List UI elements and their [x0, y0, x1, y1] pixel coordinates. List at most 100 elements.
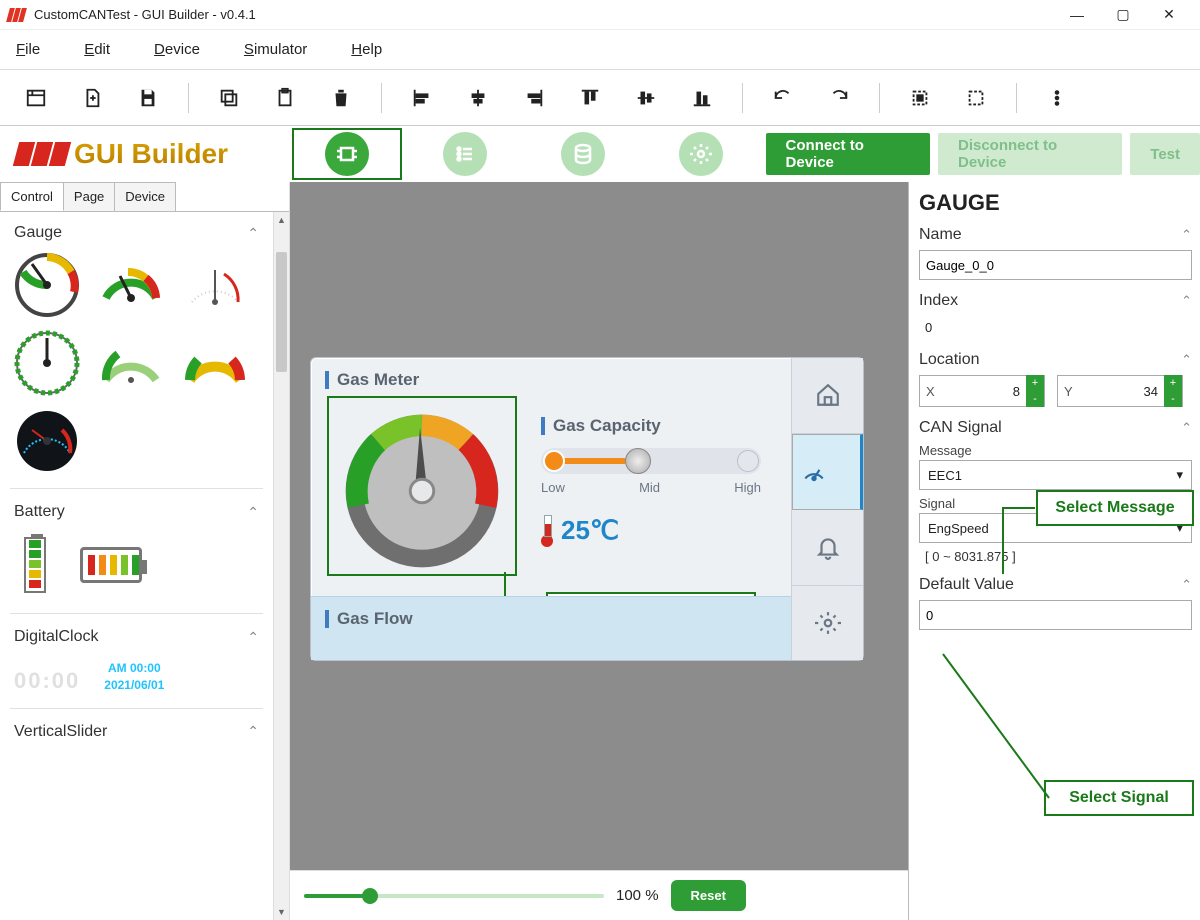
prop-name-input[interactable] [919, 250, 1192, 280]
menu-simulator[interactable]: SimulatorSimulator [244, 41, 307, 58]
zoom-knob[interactable] [362, 888, 378, 904]
menu-bar: FFileile EditEdit DeviceDevice Simulator… [0, 30, 1200, 70]
prop-signal-value: EngSpeed [928, 521, 989, 536]
toolbar-paste[interactable] [261, 78, 309, 118]
sidebar-section-gauge-header[interactable]: Gauge ⌃ [14, 224, 259, 242]
toolbar-align-hcenter[interactable] [454, 78, 502, 118]
prop-message-select[interactable]: EEC1 ▾ [919, 460, 1192, 490]
window-minimize-button[interactable]: — [1054, 0, 1100, 30]
toolbar-delete[interactable] [317, 78, 365, 118]
disconnect-button[interactable]: Disconnect to Device [938, 133, 1122, 175]
mode-list-button[interactable] [410, 128, 520, 180]
chevron-up-icon: ⌃ [1181, 293, 1192, 309]
menu-edit[interactable]: EditEdit [84, 41, 110, 58]
database-icon [561, 132, 605, 176]
toolbar-save[interactable] [124, 78, 172, 118]
toolbar-redo[interactable] [815, 78, 863, 118]
scroll-up-icon[interactable]: ▲ [274, 212, 289, 228]
toolbar-align-top[interactable] [566, 78, 614, 118]
sidebar-section-battery-header[interactable]: Battery ⌃ [14, 503, 259, 521]
prop-location-header[interactable]: Location ⌃ [919, 351, 1192, 369]
gauge-thumb-2[interactable] [98, 252, 164, 318]
device-nav-home[interactable] [792, 358, 863, 434]
spin-up-button[interactable]: + [1164, 375, 1182, 391]
scrollbar-thumb[interactable] [276, 252, 287, 372]
slider-knob-mid[interactable] [625, 448, 651, 474]
spin-up-button[interactable]: + [1026, 375, 1044, 391]
spin-down-button[interactable]: - [1164, 391, 1182, 407]
prop-default-input[interactable] [919, 600, 1192, 630]
chevron-up-icon: ⌃ [1181, 420, 1192, 436]
sidebar-scrollbar[interactable]: ▲ ▼ [273, 212, 289, 920]
toolbar-align-vcenter[interactable] [622, 78, 670, 118]
capacity-slider[interactable] [541, 448, 761, 474]
gauge-thumb-7[interactable] [14, 408, 80, 474]
design-canvas[interactable]: Gas Meter [290, 182, 908, 920]
slider-knob-high[interactable] [737, 450, 759, 472]
prop-cansignal-header[interactable]: CAN Signal ⌃ [919, 419, 1192, 437]
menu-help[interactable]: HelpHelp [351, 41, 382, 58]
tab-control[interactable]: Control [0, 182, 64, 211]
test-button[interactable]: Test [1130, 133, 1200, 175]
app-icon [8, 8, 26, 22]
tab-device[interactable]: Device [114, 182, 176, 211]
toolbar-file-new[interactable] [68, 78, 116, 118]
toolbar [0, 70, 1200, 126]
sidebar-section-battery-label: Battery [14, 503, 65, 521]
gauge-thumb-5[interactable] [98, 330, 164, 396]
sidebar-tabs: Control Page Device [0, 182, 289, 212]
mode-data-button[interactable] [528, 128, 638, 180]
prop-location-y-label: Y [1058, 384, 1079, 399]
canvas-gauge-object[interactable] [327, 396, 517, 576]
toolbar-align-right[interactable] [510, 78, 558, 118]
gauge-thumb-3[interactable] [182, 252, 248, 318]
prop-index-label: Index [919, 292, 958, 310]
window-close-button[interactable]: ✕ [1146, 0, 1192, 30]
prop-location-y[interactable]: Y 34 + - [1057, 375, 1183, 407]
toolbar-more[interactable] [1033, 78, 1081, 118]
mode-settings-button[interactable] [646, 128, 756, 180]
toolbar-select-rect[interactable] [896, 78, 944, 118]
menu-file[interactable]: FFileile [16, 41, 40, 58]
connect-button[interactable]: Connect to Device [766, 133, 930, 175]
gauge-thumb-6[interactable] [182, 330, 248, 396]
battery-thumb-vertical[interactable] [24, 537, 46, 593]
gauge-thumb-4[interactable] [14, 330, 80, 396]
slider-knob-low[interactable] [543, 450, 565, 472]
list-icon [443, 132, 487, 176]
zoom-slider[interactable] [304, 894, 604, 898]
mode-design-button[interactable] [292, 128, 402, 180]
scroll-down-icon[interactable]: ▼ [274, 904, 289, 920]
sidebar-section-gauge-label: Gauge [14, 224, 62, 242]
gauge-thumb-1[interactable] [14, 252, 80, 318]
prop-default-header[interactable]: Default Value ⌃ [919, 576, 1192, 594]
device-nav-gauge[interactable] [792, 434, 863, 511]
window-maximize-button[interactable]: ▢ [1100, 0, 1146, 30]
sidebar-section-battery: Battery ⌃ [10, 489, 263, 614]
sidebar-section-digitalclock-header[interactable]: DigitalClock ⌃ [14, 628, 259, 646]
sidebar-section-vslider-header[interactable]: VerticalSlider ⌃ [14, 723, 259, 741]
toolbar-align-left[interactable] [398, 78, 446, 118]
digitalclock-thumb-1[interactable]: 00:00 [14, 668, 80, 694]
app-logo-icon [16, 142, 68, 166]
spin-down-button[interactable]: - [1026, 391, 1044, 407]
toolbar-copy[interactable] [205, 78, 253, 118]
device-nav-settings[interactable] [792, 586, 863, 661]
battery-thumb-horizontal[interactable] [80, 547, 142, 583]
menu-device[interactable]: DeviceDevice [154, 41, 200, 58]
toolbar-separator [1016, 83, 1017, 113]
window-title: CustomCANTest - GUI Builder - v0.4.1 [34, 7, 256, 22]
device-nav-alert[interactable] [792, 510, 863, 586]
prop-name-header[interactable]: Name ⌃ [919, 226, 1192, 244]
digitalclock-thumb-2[interactable]: AM 00:00 2021/06/01 [104, 660, 164, 694]
zoom-reset-button[interactable]: Reset [671, 880, 746, 911]
sidebar-section-vslider-label: VerticalSlider [14, 723, 107, 741]
toolbar-align-bottom[interactable] [678, 78, 726, 118]
prop-location-x[interactable]: X 8 + - [919, 375, 1045, 407]
toolbar-select-dashed[interactable] [952, 78, 1000, 118]
toolbar-panel-grid[interactable] [12, 78, 60, 118]
mode-bar [292, 128, 756, 180]
prop-index-header[interactable]: Index ⌃ [919, 292, 1192, 310]
toolbar-undo[interactable] [759, 78, 807, 118]
tab-page[interactable]: Page [63, 182, 115, 211]
